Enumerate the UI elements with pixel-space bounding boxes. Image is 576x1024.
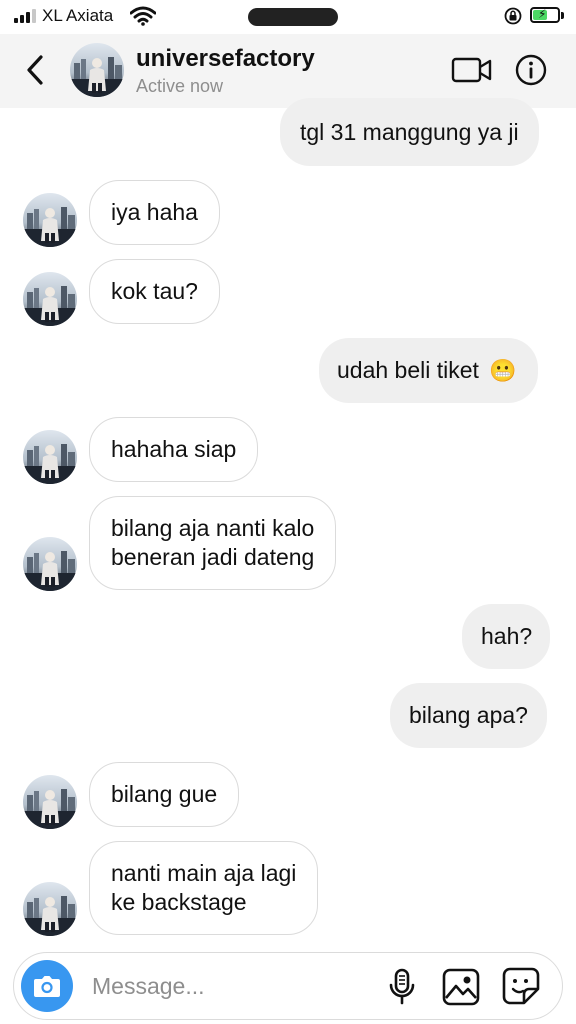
presence-status: Active now <box>136 76 224 96</box>
message-text-line: ke backstage <box>111 889 247 915</box>
cellular-signal-icon <box>14 9 36 23</box>
message-text: bilang apa? <box>409 702 528 728</box>
message-avatar[interactable] <box>23 193 77 247</box>
message-avatar[interactable] <box>23 775 77 829</box>
message-bubble-incoming[interactable]: kok tau? <box>89 259 220 324</box>
message-text: tgl 31 manggung ya ji <box>300 119 519 145</box>
status-bar: XL Axiata ⚡ <box>0 0 576 34</box>
message-text: iya haha <box>111 199 198 225</box>
message-bubble-outgoing[interactable]: tgl 31 manggung ya ji <box>280 98 539 166</box>
avatar-photo <box>23 193 77 247</box>
avatar-photo <box>23 430 77 484</box>
message-bubble-incoming[interactable]: nanti main aja lagi ke backstage <box>89 841 319 935</box>
info-icon[interactable] <box>515 54 547 86</box>
message-text-line: nanti main aja lagi <box>111 860 297 886</box>
avatar-photo <box>70 43 124 97</box>
avatar-photo <box>23 272 77 326</box>
chat-header: universefactory Active now <box>0 34 576 108</box>
message-bubble-outgoing[interactable]: hah? <box>462 604 551 669</box>
message-avatar[interactable] <box>23 537 77 591</box>
message-composer <box>13 952 563 1020</box>
avatar-photo <box>23 537 77 591</box>
microphone-icon[interactable] <box>386 967 418 1007</box>
message-input[interactable] <box>92 969 372 1003</box>
message-text: kok tau? <box>111 278 198 304</box>
camera-button[interactable] <box>21 960 73 1012</box>
message-text-line: bilang aja nanti kalo <box>111 515 315 541</box>
sticker-icon[interactable] <box>502 967 540 1005</box>
message-bubble-incoming[interactable]: iya haha <box>89 180 220 245</box>
message-avatar[interactable] <box>23 430 77 484</box>
message-text: hahaha siap <box>111 436 237 462</box>
message-bubble-incoming[interactable]: hahaha siap <box>89 417 259 482</box>
notch <box>248 8 338 26</box>
gallery-icon[interactable] <box>442 968 480 1006</box>
avatar-photo <box>23 775 77 829</box>
message-avatar[interactable] <box>23 272 77 326</box>
chevron-left-icon[interactable] <box>22 52 48 88</box>
message-text-line: beneran jadi dateng <box>111 544 315 570</box>
contact-avatar[interactable] <box>70 43 124 97</box>
message-bubble-incoming[interactable]: bilang aja nanti kalo beneran jadi daten… <box>89 496 337 590</box>
battery-tip <box>561 12 564 19</box>
carrier-name: XL Axiata <box>42 6 114 25</box>
contact-username[interactable]: universefactory <box>136 45 315 73</box>
wifi-icon <box>130 6 156 26</box>
message-text: hah? <box>481 623 533 649</box>
message-text: udah beli tiket <box>337 357 479 383</box>
message-bubble-incoming[interactable]: bilang gue <box>89 762 240 827</box>
message-text: bilang gue <box>111 781 218 807</box>
message-avatar[interactable] <box>23 882 77 936</box>
message-bubble-outgoing[interactable]: bilang apa? <box>390 683 547 748</box>
charging-bolt-icon: ⚡ <box>538 7 547 21</box>
message-bubble-outgoing[interactable]: udah beli tiket 😬 <box>319 338 538 403</box>
camera-icon <box>34 976 60 997</box>
avatar-photo <box>23 882 77 936</box>
grimacing-face-emoji: 😬 <box>489 358 517 383</box>
video-camera-icon[interactable] <box>451 56 493 84</box>
rotation-lock-icon <box>504 7 522 25</box>
